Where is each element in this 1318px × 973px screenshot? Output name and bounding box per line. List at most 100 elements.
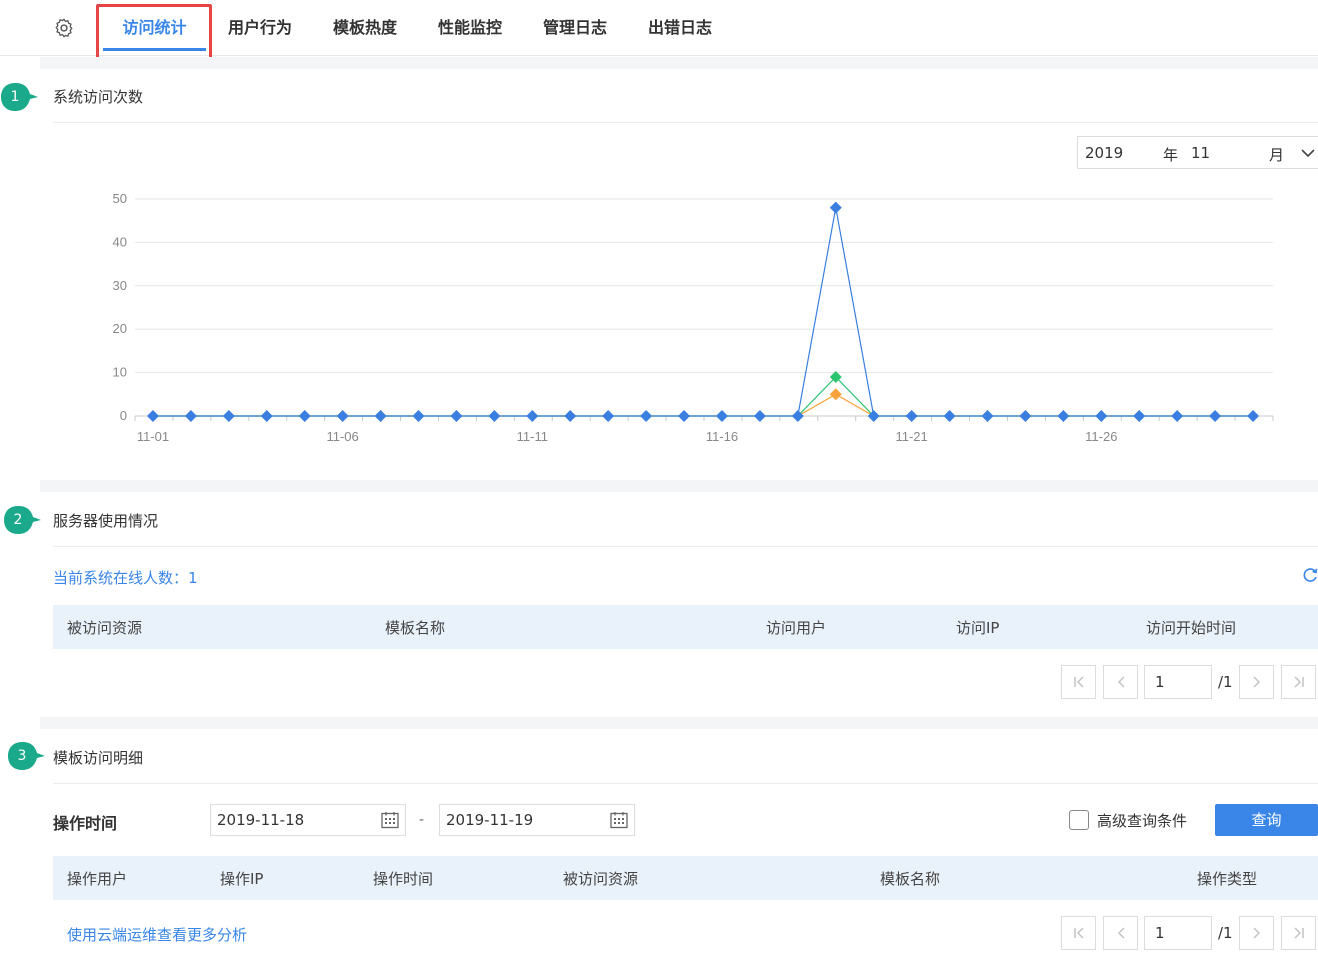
- tab-error-log[interactable]: 出错日志: [640, 0, 720, 56]
- first-page-button[interactable]: [1061, 665, 1096, 699]
- col-op-type: 操作类型: [1197, 870, 1258, 888]
- data-point: [374, 410, 387, 422]
- date-separator: -: [419, 812, 425, 828]
- detail-table-header: 操作用户 操作IP 操作时间 被访问资源 模板名称 操作类型: [53, 856, 1318, 900]
- server-table-header: 被访问资源 模板名称 访问用户 访问IP 访问开始时间: [53, 605, 1318, 649]
- data-point: [412, 410, 425, 422]
- start-date-value: 2019-11-18: [217, 811, 305, 829]
- prev-page-button[interactable]: [1103, 665, 1138, 699]
- y-tick-label: 20: [113, 321, 127, 336]
- data-point: [905, 410, 918, 422]
- last-page-icon: [1293, 927, 1304, 939]
- section-separator: [40, 480, 1318, 492]
- data-point: [753, 410, 766, 422]
- section-title-template-detail: 模板访问明细: [53, 749, 144, 767]
- step-badge-3: 3: [7, 741, 45, 771]
- tab-template-heat[interactable]: 模板热度: [325, 0, 405, 56]
- refresh-icon[interactable]: [1302, 566, 1318, 584]
- divider: [53, 783, 1318, 784]
- calendar-icon[interactable]: [380, 810, 400, 830]
- col-resource: 被访问资源: [67, 619, 143, 637]
- data-point: [450, 410, 463, 422]
- x-tick-label: 11-06: [326, 429, 358, 444]
- series-line: [152, 393, 1254, 417]
- data-point: [715, 410, 728, 422]
- col-start-time: 访问开始时间: [1146, 619, 1237, 637]
- x-tick-label: 11-21: [895, 429, 927, 444]
- y-tick-label: 30: [113, 278, 127, 293]
- data-point: [184, 410, 197, 422]
- data-point: [298, 410, 311, 422]
- y-tick-label: 0: [120, 408, 127, 423]
- operation-time-label: 操作时间: [53, 814, 118, 833]
- last-page-button[interactable]: [1281, 916, 1316, 950]
- x-tick-label: 11-11: [517, 429, 548, 444]
- x-tick-label: 11-26: [1085, 429, 1117, 444]
- page-total: /1: [1218, 673, 1233, 691]
- top-nav: 访问统计 用户行为 模板热度 性能监控 管理日志 出错日志: [0, 0, 1318, 56]
- col-op-resource: 被访问资源: [563, 870, 639, 888]
- data-point: [1057, 410, 1070, 422]
- series-line: [152, 376, 1254, 417]
- data-point: [1019, 410, 1032, 422]
- active-tab-indicator: [103, 48, 206, 51]
- first-page-icon: [1073, 676, 1084, 688]
- y-tick-label: 40: [113, 234, 127, 249]
- page-number-input[interactable]: 1: [1144, 665, 1212, 699]
- section-title-visits: 系统访问次数: [53, 88, 144, 106]
- page-number-input[interactable]: 1: [1144, 916, 1212, 950]
- data-point: [678, 410, 691, 422]
- start-date-input[interactable]: 2019-11-18: [210, 804, 406, 836]
- data-point: [1095, 410, 1108, 422]
- tab-user-behavior[interactable]: 用户行为: [220, 0, 300, 56]
- data-point: [526, 410, 539, 422]
- cloud-ops-link[interactable]: 使用云端运维查看更多分析: [67, 924, 247, 945]
- advanced-query-label[interactable]: 高级查询条件: [1097, 810, 1187, 831]
- divider: [53, 122, 1318, 123]
- data-point: [1247, 410, 1260, 422]
- month-value: 11: [1191, 144, 1211, 162]
- prev-page-button[interactable]: [1103, 916, 1138, 950]
- x-tick-label: 11-01: [137, 429, 169, 444]
- server-pager: 1 /1: [1061, 665, 1318, 699]
- section-separator: [40, 717, 1318, 729]
- calendar-icon[interactable]: [609, 810, 629, 830]
- tab-admin-log[interactable]: 管理日志: [535, 0, 615, 56]
- x-tick-label: 11-16: [706, 429, 738, 444]
- section-title-server: 服务器使用情况: [53, 512, 159, 530]
- last-page-icon: [1293, 676, 1304, 688]
- series-line: [152, 207, 1254, 417]
- first-page-button[interactable]: [1061, 916, 1096, 950]
- col-op-template: 模板名称: [880, 870, 941, 888]
- chevron-right-icon: [1252, 676, 1260, 688]
- chevron-right-icon: [1252, 927, 1260, 939]
- chevron-down-icon: [1301, 149, 1315, 158]
- chevron-left-icon: [1117, 676, 1125, 688]
- data-point: [602, 410, 615, 422]
- advanced-query-checkbox[interactable]: [1069, 810, 1089, 830]
- year-month-select[interactable]: 2019 年 11 月: [1077, 136, 1318, 169]
- visits-line-chart: 0 10 20 30 40 50 11-01 11-06 11-11 11-16 11-21 11-2…: [113, 191, 1274, 444]
- query-button[interactable]: 查询: [1215, 804, 1318, 836]
- data-point: [981, 410, 994, 422]
- step-badge-2: 2: [3, 505, 41, 535]
- last-page-button[interactable]: [1281, 665, 1316, 699]
- data-point: [829, 201, 842, 214]
- next-page-button[interactable]: [1239, 916, 1274, 950]
- data-point: [146, 410, 159, 422]
- data-point: [222, 410, 235, 422]
- col-op-time: 操作时间: [373, 870, 434, 888]
- col-ip: 访问IP: [956, 619, 1000, 637]
- next-page-button[interactable]: [1239, 665, 1274, 699]
- divider: [53, 546, 1318, 547]
- data-point: [336, 410, 349, 422]
- tab-performance[interactable]: 性能监控: [430, 0, 510, 56]
- end-date-input[interactable]: 2019-11-19: [439, 804, 635, 836]
- data-point: [640, 410, 653, 422]
- first-page-icon: [1073, 927, 1084, 939]
- page-total: /1: [1218, 924, 1233, 942]
- col-op-ip: 操作IP: [220, 870, 264, 888]
- gear-icon[interactable]: [53, 17, 75, 39]
- year-value: 2019: [1085, 144, 1124, 162]
- data-point: [943, 410, 956, 422]
